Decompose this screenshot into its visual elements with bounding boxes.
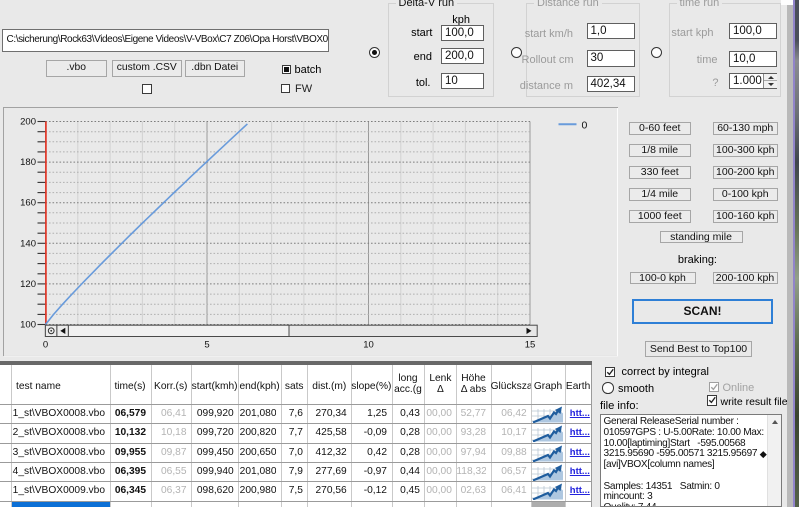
svg-text:120: 120 [20, 279, 36, 290]
svg-text:180: 180 [20, 157, 36, 168]
svg-text:10: 10 [363, 340, 374, 351]
svg-text:0: 0 [582, 120, 588, 132]
svg-text:5: 5 [204, 340, 209, 351]
svg-text:140: 140 [20, 238, 36, 249]
svg-text:200: 200 [20, 117, 36, 128]
svg-text:15: 15 [525, 340, 536, 351]
svg-text:100: 100 [20, 320, 36, 331]
svg-text:160: 160 [20, 198, 36, 209]
svg-text:0: 0 [43, 340, 48, 351]
